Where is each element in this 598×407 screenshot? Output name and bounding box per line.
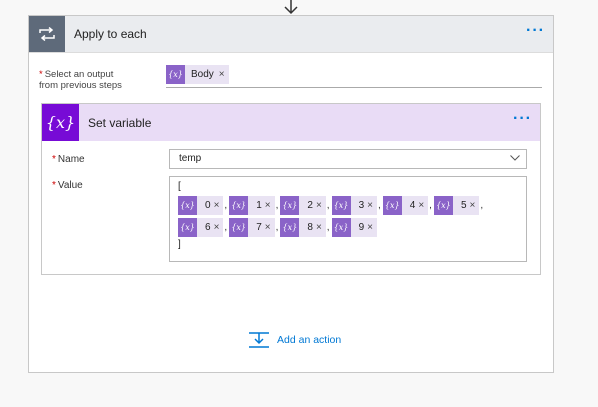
value-token[interactable]: {x} 6 × (178, 217, 224, 237)
value-token-label: 2 (307, 199, 313, 211)
variable-token-icon: {x} (166, 65, 185, 84)
add-action-label: Add an action (277, 334, 342, 346)
add-action-button[interactable]: Add an action (249, 332, 341, 348)
set-variable-card: {x} Set variable ··· * Name temp * Value [… (41, 103, 541, 275)
value-token-label: 7 (256, 221, 262, 233)
remove-token-button[interactable]: × (316, 200, 326, 211)
value-token[interactable]: {x} 3 × (331, 195, 377, 215)
variable-icon: {x} (42, 104, 79, 141)
apply-to-each-title: Apply to each (74, 27, 147, 41)
remove-token-button[interactable]: × (265, 222, 275, 233)
close-bracket: ] (178, 239, 181, 250)
value-token-label: 5 (460, 199, 467, 211)
value-token-label: 4 (409, 199, 416, 211)
token-row: {x} 0 ×, {x} 1 ×, {x} 2 ×, {x} 3 ×, {x} 4 ×, {x} 5 ×, (178, 194, 518, 216)
variable-token-icon: {x} (178, 195, 197, 215)
name-value: temp (179, 153, 202, 164)
remove-token-button[interactable]: × (367, 222, 377, 233)
name-label: * Name (52, 154, 85, 165)
value-token[interactable]: {x} 8 × (280, 217, 326, 237)
remove-token-button[interactable]: × (214, 200, 224, 211)
name-dropdown[interactable]: temp (169, 149, 527, 169)
variable-token-icon: {x} (331, 195, 351, 215)
remove-token-button[interactable]: × (265, 200, 275, 211)
value-token[interactable]: {x} 2 × (280, 195, 326, 215)
token-separator: , (377, 199, 381, 211)
variable-token-icon: {x} (280, 195, 300, 215)
token-separator: , (326, 221, 330, 233)
value-label: * Value (52, 180, 83, 191)
select-output-label: * Select an output from previous steps (39, 69, 122, 91)
remove-token-button[interactable]: × (214, 222, 224, 233)
value-token-label: 9 (358, 221, 365, 233)
value-token[interactable]: {x} 7 × (229, 217, 275, 237)
value-token[interactable]: {x} 1 × (229, 195, 275, 215)
value-token-label: 6 (205, 221, 211, 233)
loop-icon (29, 16, 65, 52)
add-action-icon (249, 332, 269, 348)
token-separator: , (326, 199, 330, 211)
remove-token-button[interactable]: × (470, 200, 480, 211)
token-separator: , (429, 199, 432, 211)
select-output-field[interactable]: {x} Body × (166, 63, 542, 88)
value-token[interactable]: {x} 0 × (178, 195, 224, 215)
variable-token-icon: {x} (331, 217, 351, 237)
value-token-label: 0 (205, 199, 211, 211)
variable-token-icon: {x} (178, 217, 197, 237)
token-separator: , (224, 221, 228, 233)
remove-token-button[interactable]: × (418, 200, 428, 211)
value-token-label: 1 (256, 199, 262, 211)
set-variable-header[interactable]: {x} Set variable ··· (42, 104, 540, 141)
value-token-label: 3 (358, 199, 365, 211)
token-separator: , (480, 199, 484, 211)
arrow-down-icon (284, 0, 298, 15)
variable-token-icon: {x} (229, 217, 249, 237)
setvar-more-options-button[interactable]: ··· (513, 110, 532, 128)
variable-token-icon: {x} (280, 217, 300, 237)
remove-token-button[interactable]: × (316, 222, 326, 233)
apply-more-options-button[interactable]: ··· (526, 22, 545, 40)
set-variable-title: Set variable (88, 116, 152, 130)
value-token[interactable]: {x} 5 × (433, 195, 480, 215)
apply-to-each-card: Apply to each ··· * Select an output from… (28, 15, 554, 373)
apply-to-each-header[interactable]: Apply to each ··· (29, 16, 553, 53)
variable-token-icon: {x} (382, 195, 402, 215)
remove-token-button[interactable]: × (367, 200, 377, 211)
body-token-label: Body (191, 69, 214, 80)
value-token-label: 8 (307, 221, 313, 233)
token-row: {x} 6 ×, {x} 7 ×, {x} 8 ×, {x} 9 × (178, 216, 518, 238)
value-field[interactable]: [ {x} 0 ×, {x} 1 ×, {x} 2 ×, {x} 3 ×, {x} 4 ×, {x} 5 ×, {… (169, 176, 527, 262)
remove-token-button[interactable]: × (219, 69, 229, 80)
token-separator: , (275, 199, 279, 211)
chevron-down-icon[interactable] (510, 155, 520, 161)
body-token[interactable]: {x} Body × (166, 65, 229, 84)
variable-token-icon: {x} (229, 195, 249, 215)
value-token[interactable]: {x} 9 × (331, 217, 377, 237)
token-separator: , (275, 221, 279, 233)
open-bracket: [ (178, 181, 181, 192)
token-separator: , (224, 199, 228, 211)
variable-token-icon: {x} (433, 195, 453, 215)
value-token[interactable]: {x} 4 × (382, 195, 429, 215)
